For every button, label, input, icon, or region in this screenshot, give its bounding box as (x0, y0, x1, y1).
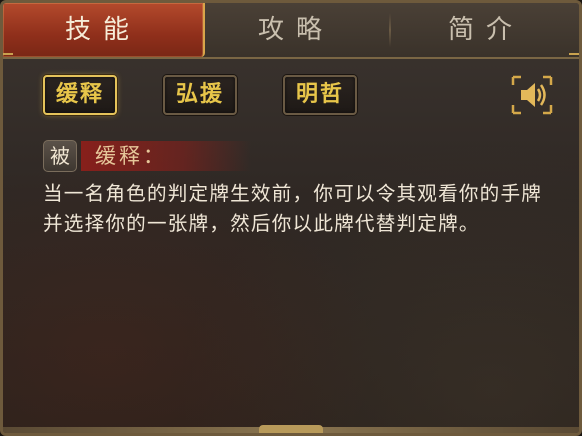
skill-button-hongyuan[interactable]: 弘援 (163, 75, 237, 115)
tab-intro[interactable]: 简介 (393, 3, 579, 57)
skill-button-huanshi[interactable]: 缓释 (43, 75, 117, 115)
corner-ornament (569, 53, 579, 65)
tab-strategy[interactable]: 攻略 (203, 3, 389, 57)
passive-skill-badge: 被 (43, 140, 77, 172)
speaker-icon (511, 75, 553, 115)
skill-button-mingzhe[interactable]: 明哲 (283, 75, 357, 115)
corner-ornament (3, 53, 13, 65)
bottom-notch (259, 425, 323, 433)
tab-bar: 技能 攻略 简介 (3, 3, 579, 59)
skill-title: 缓释： (95, 144, 167, 168)
skill-audio-button[interactable] (509, 73, 555, 117)
tab-divider (389, 13, 391, 47)
tab-skills[interactable]: 技能 (3, 3, 205, 57)
skill-description: 当一名角色的判定牌生效前，你可以令其观看你的手牌并选择你的一张牌，然后你以此牌代… (43, 182, 543, 235)
skill-info-panel: 技能 攻略 简介 缓释 弘援 明哲 被 缓释： 当一名角色的判定牌生效前，你可以… (0, 0, 582, 436)
